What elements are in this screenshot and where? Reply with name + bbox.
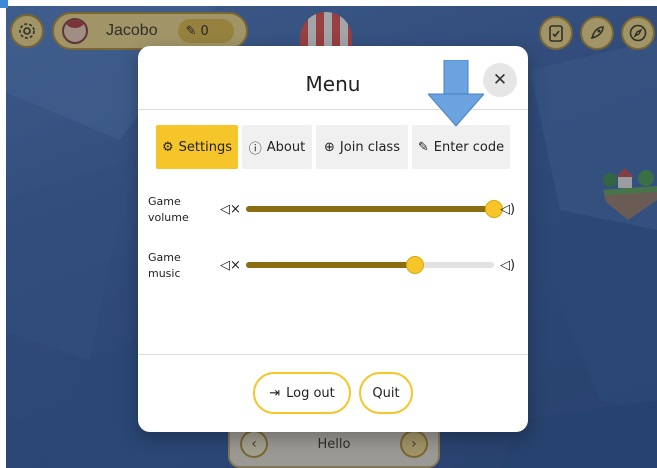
slider-label: Game volume [148,195,189,224]
arrow-down-icon [428,60,484,127]
gear-icon: ⚙ [162,139,174,155]
info-icon: ⓘ [248,141,262,157]
frame-top [0,0,657,6]
mute-icon: ◁× [220,202,241,217]
tab-label: Join class [339,139,400,155]
tab-label: Enter code [433,139,505,155]
game-volume-row: Game volume ◁× ◁) [148,194,518,226]
logout-icon: ⇥ [269,385,281,401]
footer-divider [138,354,528,355]
corner-marker [0,0,8,8]
tab-enter-code[interactable]: ✎ Enter code [412,125,510,169]
speaker-icon: ◁) [500,202,516,217]
tab-settings[interactable]: ⚙ Settings [156,125,238,169]
game-music-row: Game music ◁× ◁) [148,250,518,282]
plus-circle-icon: ⊕ [324,139,335,155]
pencil-icon: ✎ [417,139,429,155]
tab-about[interactable]: ⓘ About [242,125,312,169]
volume-slider-track[interactable] [246,200,503,218]
volume-slider-fill [246,206,494,212]
music-slider-track[interactable] [246,256,494,274]
close-icon: ✕ [492,70,508,90]
quit-label: Quit [372,385,400,401]
music-slider-fill [246,262,415,268]
music-slider-thumb[interactable] [405,256,424,274]
slider-label: Game music [148,251,181,280]
log-out-label: Log out [286,385,335,401]
quit-button[interactable]: Quit [359,372,413,414]
menu-tabs: ⚙ Settings ⓘ About ⊕ Join class ✎ Enter … [156,125,510,169]
tab-label: Settings [178,139,232,155]
close-button[interactable]: ✕ [483,63,517,97]
frame-left [0,0,6,468]
speaker-icon: ◁) [500,258,516,273]
tab-label: About [266,139,306,155]
mute-icon: ◁× [220,258,241,273]
tab-join-class[interactable]: ⊕ Join class [316,125,408,169]
log-out-button[interactable]: ⇥ Log out [253,372,351,414]
